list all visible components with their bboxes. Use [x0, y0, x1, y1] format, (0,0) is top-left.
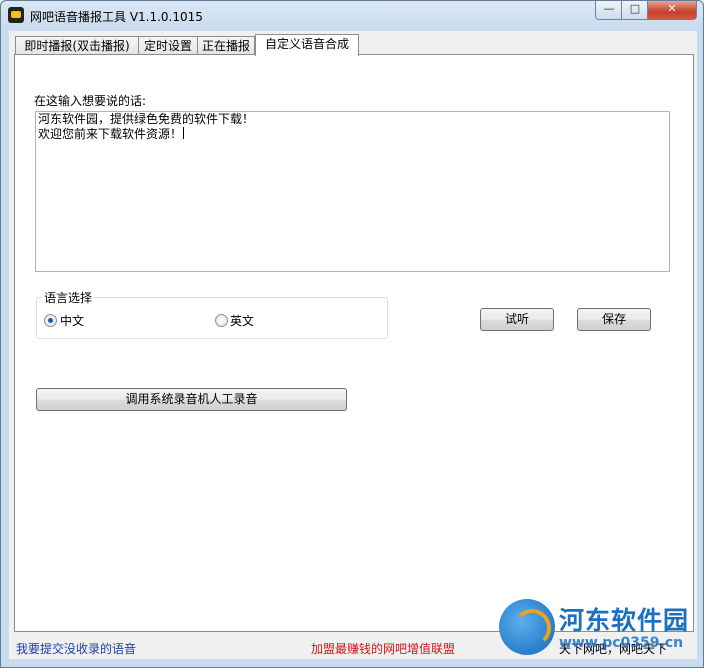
- tab-now-playing[interactable]: 正在播报: [197, 36, 255, 55]
- watermark-name: 河东软件园: [559, 606, 690, 635]
- watermark-logo-icon: [499, 599, 555, 655]
- app-logo-icon: [8, 7, 24, 23]
- watermark-url: www.pc0359.cn: [559, 635, 684, 651]
- close-button[interactable]: ✕: [647, 1, 697, 20]
- save-button[interactable]: 保存: [577, 308, 651, 331]
- site-watermark: 河东软件园 www.pc0359.cn: [499, 599, 699, 663]
- maximize-button[interactable]: □: [621, 1, 649, 20]
- radio-english[interactable]: [215, 314, 228, 327]
- app-window: 网吧语音播报工具 V1.1.0.1015 — □ ✕ 即时播报(双击播报) 定时…: [0, 0, 704, 668]
- radio-chinese[interactable]: [44, 314, 57, 327]
- system-recorder-button[interactable]: 调用系统录音机人工录音: [36, 388, 347, 411]
- client-area: 即时播报(双击播报) 定时设置 正在播报 自定义语音合成 在这输入想要说的话: …: [9, 31, 697, 659]
- tab-custom-tts[interactable]: 自定义语音合成: [255, 34, 359, 56]
- language-group: 语言选择 中文 英文: [36, 289, 388, 339]
- input-prompt-label: 在这输入想要说的话:: [34, 94, 147, 108]
- submit-voice-link[interactable]: 我要提交没收录的语音: [16, 640, 136, 657]
- text-line: 河东软件园，提供绿色免费的软件下载！: [38, 112, 255, 126]
- minimize-button[interactable]: —: [595, 1, 623, 20]
- title-bar[interactable]: 网吧语音播报工具 V1.1.0.1015 — □ ✕: [1, 1, 704, 31]
- custom-tts-panel: 在这输入想要说的话: 河东软件园，提供绿色免费的软件下载！ 欢迎您前来下载软件资…: [14, 54, 694, 632]
- language-group-label: 语言选择: [42, 289, 95, 306]
- text-line-with-cursor: 欢迎您前来下载软件资源！: [38, 127, 669, 142]
- text-line: 欢迎您前来下载软件资源！: [38, 127, 183, 141]
- tab-schedule-settings[interactable]: 定时设置: [138, 36, 198, 55]
- speech-text-input[interactable]: 河东软件园，提供绿色免费的软件下载！ 欢迎您前来下载软件资源！: [35, 111, 670, 272]
- alliance-link[interactable]: 加盟最赚钱的网吧增值联盟: [311, 640, 455, 657]
- tab-instant-broadcast[interactable]: 即时播报(双击播报): [15, 36, 139, 55]
- preview-button[interactable]: 试听: [480, 308, 554, 331]
- radio-chinese-label[interactable]: 中文: [60, 312, 84, 329]
- radio-english-label[interactable]: 英文: [230, 312, 254, 329]
- window-title: 网吧语音播报工具 V1.1.0.1015: [30, 10, 203, 24]
- text-cursor: [183, 127, 185, 139]
